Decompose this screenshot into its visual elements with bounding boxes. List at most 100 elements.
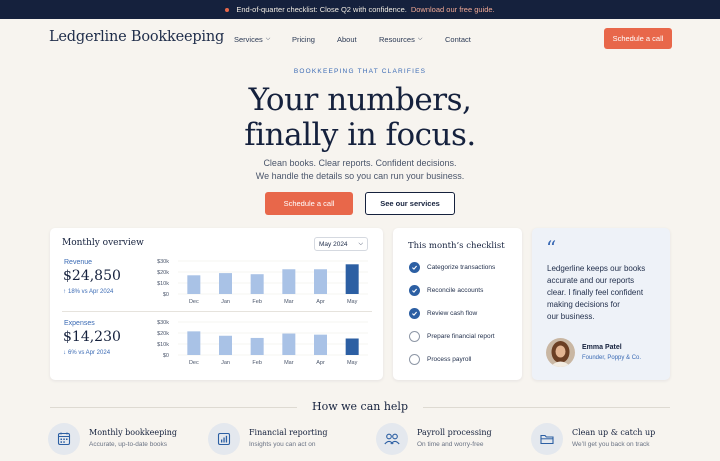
service-monthly-bookkeeping[interactable]: Monthly bookkeeping Accurate, up-to-date…	[48, 423, 177, 455]
announcement-dot-icon	[225, 7, 230, 12]
quote-line: clear. I finally feel confident	[547, 288, 644, 297]
expenses-label: Expenses	[64, 320, 95, 327]
nav-item-label: About	[337, 35, 357, 44]
service-payroll-processing[interactable]: Payroll processing On time and worry-fre…	[376, 423, 492, 455]
nav-menu: Services ⌵ Pricing About Resources ⌵ Con…	[234, 35, 471, 44]
revenue-xtick-label: May	[347, 299, 358, 305]
checklist-item[interactable]: Categorize transactions	[409, 262, 495, 273]
schedule-call-hero-button[interactable]: Schedule a call	[265, 192, 353, 215]
checklist-item-label: Prepare financial report	[427, 333, 495, 340]
revenue-value: $24,850	[63, 268, 121, 284]
see-services-button[interactable]: See our services	[365, 192, 455, 215]
expenses-xtick-label: Mar	[284, 360, 294, 366]
hero-eyebrow: BOOKKEEPING THAT CLARIFIES	[293, 68, 427, 75]
expenses-ytick-label: $30k	[157, 320, 169, 326]
revenue-delta: ↑ 18% vs Apr 2024	[63, 289, 113, 295]
metric-divider	[62, 311, 372, 312]
service-name: Clean up & catch up	[572, 428, 656, 437]
testimonial-quote: Ledgerline keeps our books accurate and …	[547, 263, 665, 323]
revenue-ytick-label: $0	[163, 292, 169, 298]
overview-title: Monthly overview	[62, 238, 144, 248]
nav-item-services[interactable]: Services ⌵	[234, 35, 292, 44]
checklist-item-label: Process payroll	[427, 356, 472, 363]
headline-line-1: Your numbers,	[248, 82, 472, 118]
checklist-item[interactable]: Process payroll	[409, 354, 471, 365]
revenue-bar	[314, 269, 327, 294]
expenses-ytick-label: $10k	[157, 342, 169, 348]
nav-item-resources[interactable]: Resources ⌵	[379, 35, 445, 44]
announcement-bar: End-of-quarter checklist: Close Q2 with …	[0, 0, 720, 19]
bar-chart-icon	[208, 423, 240, 455]
revenue-bar	[187, 275, 201, 294]
revenue-bar	[282, 269, 296, 294]
expenses-delta-text: 6% vs Apr 2024	[68, 350, 111, 356]
quote-line: making decisions for	[547, 300, 620, 309]
service-financial-reporting[interactable]: Financial reporting Insights you can act…	[208, 423, 327, 455]
testimonial-author: Emma Patel	[582, 344, 622, 351]
check-icon	[409, 308, 420, 319]
chevron-down-icon: ⌵	[358, 240, 363, 247]
brand-logo[interactable]: Ledgerline Bookkeeping	[49, 29, 224, 45]
revenue-bar	[219, 273, 232, 294]
nav-item-pricing[interactable]: Pricing	[292, 35, 337, 44]
service-description: Accurate, up-to-date books	[89, 441, 168, 448]
announcement-link[interactable]: Download our free guide.	[411, 5, 495, 14]
monthly-overview-card: Monthly overview May 2024 ⌵ Revenue $24,…	[50, 228, 383, 380]
checklist-item[interactable]: Reconcile accounts	[409, 285, 483, 296]
expenses-bar	[345, 338, 359, 355]
headline-line-2: finally in focus.	[244, 117, 476, 153]
service-text: Financial reporting Insights you can act…	[249, 423, 327, 455]
expenses-xtick-label: Feb	[252, 360, 261, 366]
revenue-ytick-label: $30k	[157, 259, 169, 265]
revenue-bar	[345, 264, 359, 294]
expenses-delta: ↓ 6% vs Apr 2024	[63, 350, 110, 356]
testimonial-role: Founder, Poppy & Co.	[582, 355, 642, 361]
service-name: Payroll processing	[417, 428, 492, 437]
check-icon	[409, 285, 420, 296]
revenue-label: Revenue	[64, 259, 93, 266]
service-clean-up-catch-up[interactable]: Clean up & catch up We’ll get you back o…	[531, 423, 655, 455]
top-nav: Ledgerline Bookkeeping Services ⌵ Pricin…	[0, 19, 720, 59]
subtitle-line-1: Clean books. Clear reports. Confident de…	[263, 158, 457, 168]
revenue-bar-chart: $0 $10k $20k $30k Dec Jan Feb Mar Apr May	[157, 259, 368, 305]
chevron-down-icon: ⌵	[265, 36, 271, 42]
empty-circle-icon	[409, 331, 420, 342]
revenue-xtick-label: Mar	[284, 299, 294, 305]
expenses-value: $14,230	[63, 329, 121, 345]
revenue-ytick-label: $20k	[157, 270, 169, 276]
checklist-item[interactable]: Review cash flow	[409, 308, 477, 319]
period-select[interactable]: May 2024 ⌵	[314, 237, 368, 251]
revenue-xtick-label: Jan	[221, 299, 230, 305]
service-description: We’ll get you back on track	[572, 441, 650, 448]
expenses-bar	[219, 335, 232, 355]
checklist-item[interactable]: Prepare financial report	[409, 331, 495, 342]
nav-item-label: Contact	[445, 35, 471, 44]
folder-icon	[531, 423, 563, 455]
hero-headline: Your numbers, finally in focus.	[0, 83, 720, 153]
expenses-ytick-label: $0	[163, 353, 169, 359]
revenue-delta-text: 18% vs Apr 2024	[68, 289, 114, 295]
service-text: Payroll processing On time and worry-fre…	[417, 423, 492, 455]
nav-item-label: Services	[234, 35, 263, 44]
service-text: Clean up & catch up We’ll get you back o…	[572, 423, 655, 455]
chevron-down-icon: ⌵	[417, 36, 423, 42]
announcement-text: End-of-quarter checklist: Close Q2 with …	[236, 5, 407, 14]
check-icon	[409, 262, 420, 273]
nav-item-contact[interactable]: Contact	[445, 35, 471, 44]
section-divider-right	[423, 407, 670, 408]
nav-item-about[interactable]: About	[337, 35, 379, 44]
expenses-xtick-label: Jan	[221, 360, 230, 366]
arrow-up-icon: ↑	[63, 289, 66, 295]
quote-icon: “	[546, 236, 557, 260]
checklist-title: This month’s checklist	[408, 241, 505, 251]
revenue-xtick-label: Apr	[316, 299, 325, 305]
service-name: Monthly bookkeeping	[89, 428, 178, 437]
calculator-icon	[48, 423, 80, 455]
expenses-bar	[314, 334, 327, 355]
revenue-ytick-label: $10k	[157, 281, 169, 287]
checklist-item-label: Reconcile accounts	[427, 287, 484, 294]
expenses-xtick-label: Apr	[316, 360, 325, 366]
avatar	[546, 338, 575, 367]
expenses-bar	[250, 337, 264, 355]
schedule-call-nav-button[interactable]: Schedule a call	[604, 28, 672, 49]
